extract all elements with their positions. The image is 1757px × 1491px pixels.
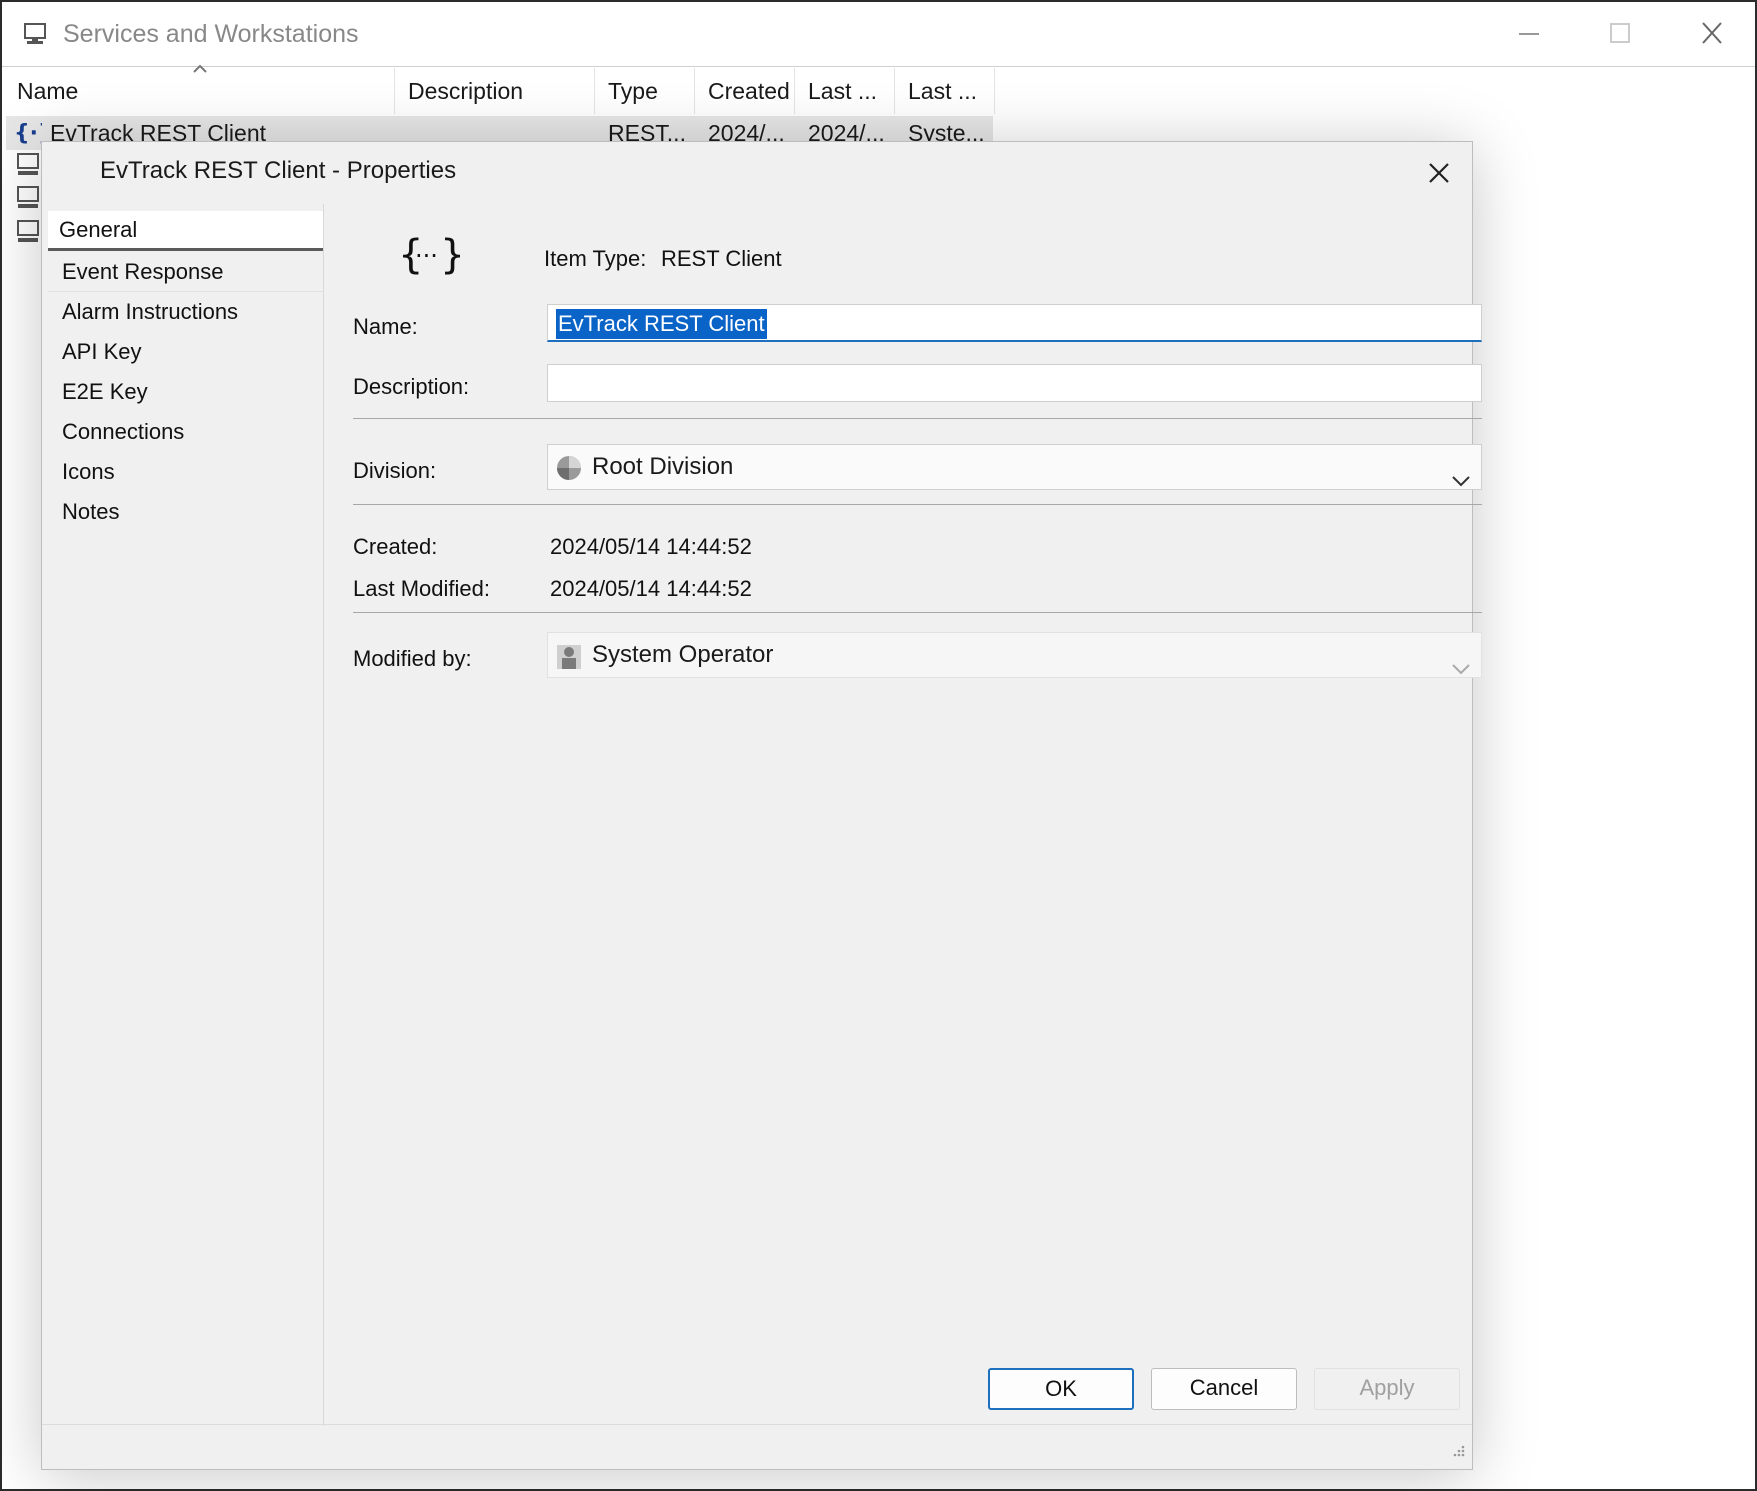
item-type-value: REST Client [661, 246, 782, 271]
created-label: Created: [353, 534, 438, 559]
nav-item-connections[interactable]: Connections [48, 413, 323, 451]
sort-ascending-icon [192, 60, 208, 78]
name-field-value: EvTrack REST Client [556, 309, 767, 339]
column-header-last-modified[interactable]: Last ... [795, 68, 895, 114]
workstation-icon[interactable] [16, 219, 42, 250]
division-label: Division: [353, 458, 437, 483]
description-label: Description: [353, 374, 470, 399]
created-value: 2024/05/14 14:44:52 [550, 534, 752, 559]
nav-separator [48, 291, 323, 292]
division-select[interactable]: Root Division [547, 444, 1482, 490]
workstation-icon[interactable] [16, 152, 42, 183]
column-header-description[interactable]: Description [395, 68, 595, 114]
workstation-icon[interactable] [16, 185, 42, 216]
footer-divider [42, 1424, 1472, 1425]
property-nav: General Event Response Alarm Instruction… [48, 204, 324, 1426]
modified-by-label: Modified by: [353, 646, 472, 671]
svg-text:{·}: {·} [14, 121, 42, 146]
window-titlebar: Services and Workstations [2, 2, 1755, 67]
modified-by-select: System Operator [547, 632, 1482, 678]
item-type-label: Item Type: [544, 246, 647, 271]
chevron-down-icon [1451, 647, 1471, 691]
nav-item-label: Event Response [62, 259, 224, 284]
ok-button[interactable]: OK [988, 1368, 1134, 1410]
window-close-button[interactable] [1692, 16, 1732, 52]
description-field[interactable] [547, 364, 1482, 402]
general-pane: { ··· } Item Type: REST Client Name: EvT… [350, 204, 1482, 1404]
nav-item-e2e-key[interactable]: E2E Key [48, 373, 323, 411]
svg-text:}: } [440, 232, 460, 278]
cancel-button[interactable]: Cancel [1151, 1368, 1297, 1410]
maximize-button[interactable] [1599, 16, 1639, 52]
resize-grip-icon[interactable] [1450, 1442, 1466, 1463]
dialog-close-button[interactable] [1422, 156, 1456, 190]
properties-dialog: EvTrack REST Client - Properties General… [41, 141, 1482, 1470]
dialog-titlebar: EvTrack REST Client - Properties [42, 142, 1472, 202]
nav-item-event-response[interactable]: Event Response [48, 253, 323, 292]
rest-client-icon: {·} [14, 118, 54, 155]
nav-item-alarm-instructions[interactable]: Alarm Instructions [48, 293, 323, 331]
apply-button: Apply [1314, 1368, 1460, 1410]
dialog-title: EvTrack REST Client - Properties [100, 157, 457, 184]
nav-item-icons[interactable]: Icons [48, 453, 323, 491]
divider [353, 504, 1482, 505]
nav-item-general[interactable]: General [48, 211, 323, 251]
svg-text:···: ··· [415, 242, 438, 270]
divider [353, 612, 1482, 613]
name-field[interactable]: EvTrack REST Client [547, 304, 1482, 342]
last-modified-label: Last Modified: [353, 576, 490, 601]
modified-by-value: System Operator [592, 641, 774, 668]
division-icon [554, 453, 584, 498]
minimize-button[interactable] [1509, 16, 1549, 52]
column-header-created[interactable]: Created [695, 68, 795, 114]
window-title: Services and Workstations [63, 20, 359, 48]
division-value: Root Division [592, 453, 734, 480]
column-header-type[interactable]: Type [595, 68, 695, 114]
last-modified-value: 2024/05/14 14:44:52 [550, 576, 752, 601]
rest-client-icon: { ··· } [396, 226, 465, 287]
nav-item-notes[interactable]: Notes [48, 493, 323, 531]
chevron-down-icon [1451, 459, 1471, 503]
divider [353, 418, 1482, 419]
column-header-last-modified-by[interactable]: Last ... [895, 68, 995, 114]
computer-icon [22, 22, 48, 51]
name-label: Name: [353, 314, 418, 339]
nav-item-api-key[interactable]: API Key [48, 333, 323, 371]
operator-icon [554, 641, 584, 686]
